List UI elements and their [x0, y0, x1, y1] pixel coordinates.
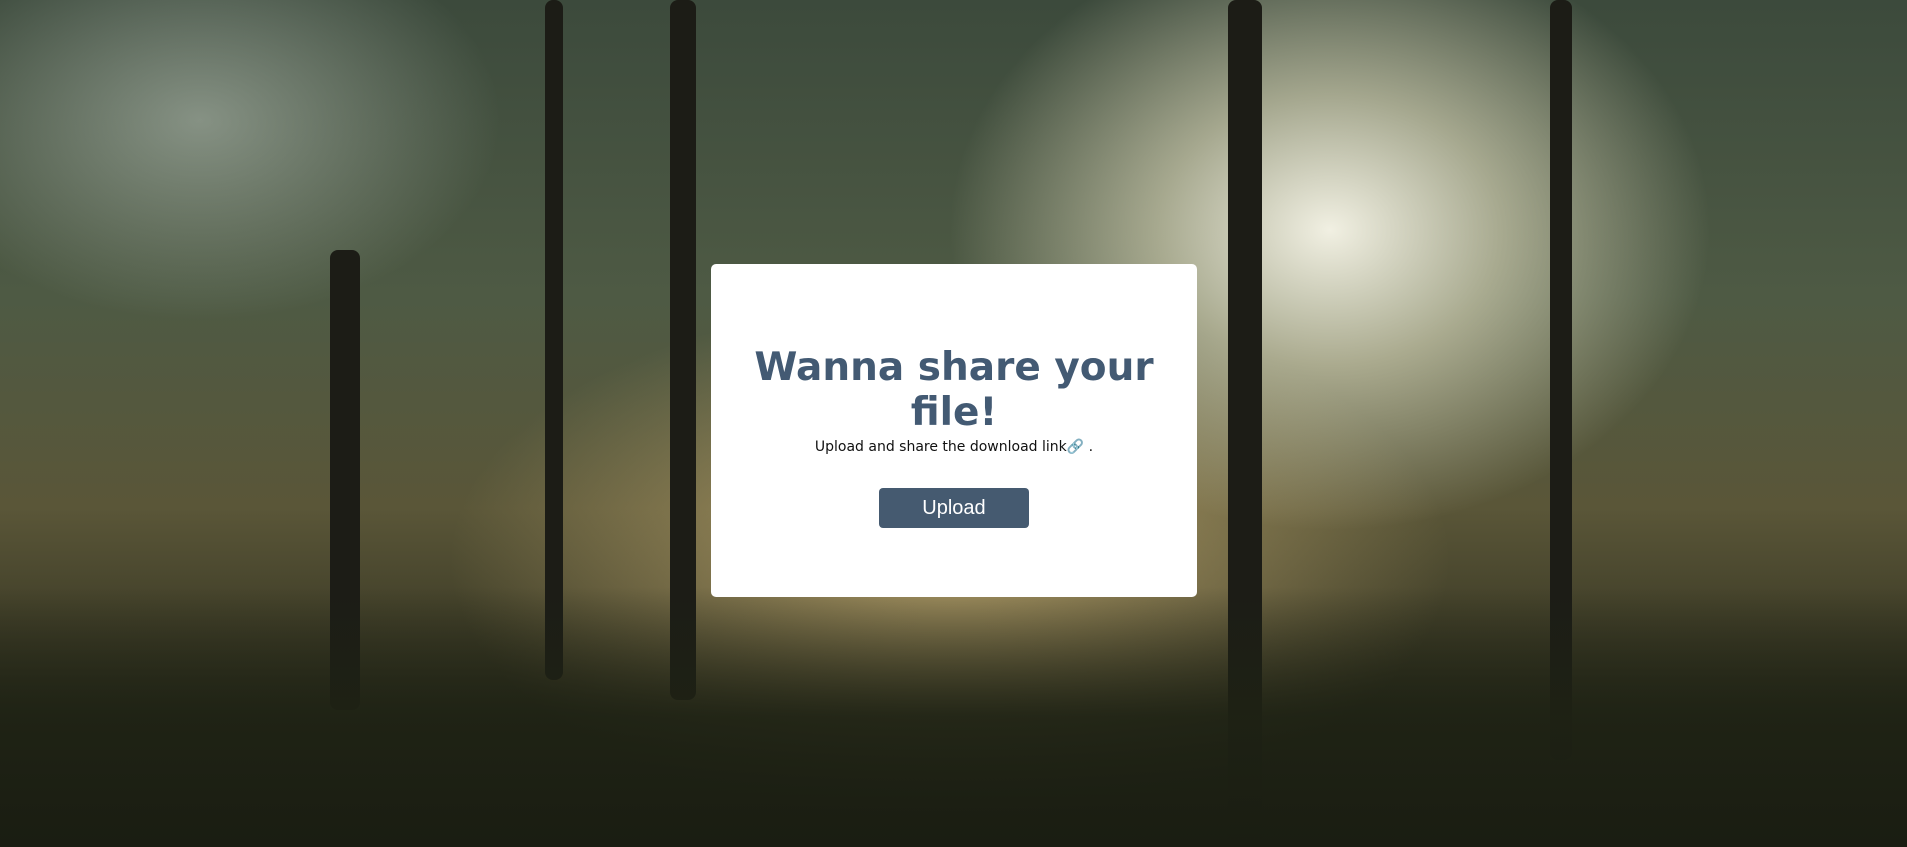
subtitle: Upload and share the download link🔗 . [711, 439, 1197, 455]
undergrowth [0, 587, 1907, 847]
tree-trunk [545, 0, 563, 680]
page-title: Wanna share your file! [754, 345, 1154, 435]
upload-card: Wanna share your file! Upload and share … [711, 264, 1197, 597]
link-icon: 🔗 [1066, 439, 1085, 455]
upload-button[interactable]: Upload [879, 488, 1029, 528]
subtitle-text: Upload and share the download link [814, 439, 1067, 455]
subtitle-suffix: . [1084, 439, 1094, 455]
